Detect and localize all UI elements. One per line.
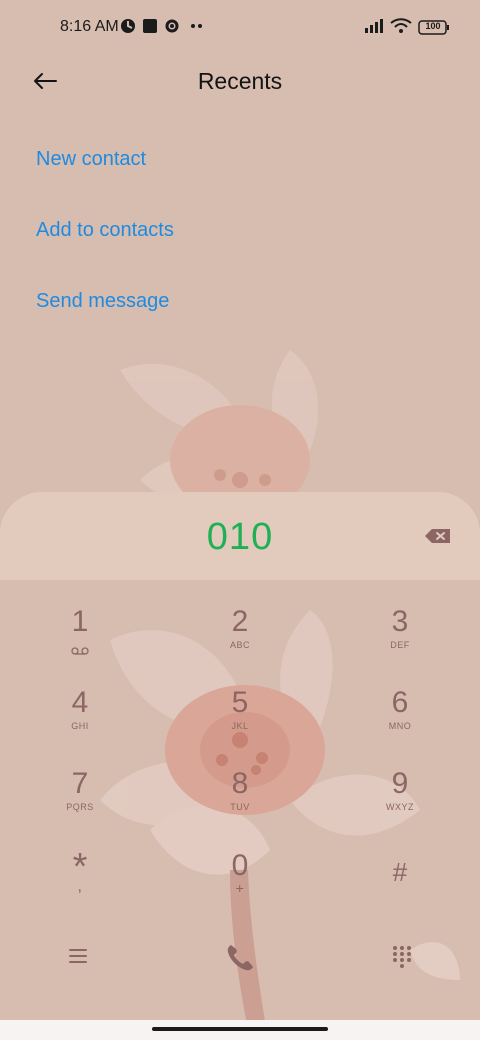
key-star[interactable]: * , (20, 848, 140, 920)
key-letters: , (77, 878, 83, 895)
key-5[interactable]: 5 JKL (180, 687, 300, 757)
key-letters: + (235, 880, 245, 896)
battery-icon: 100 (418, 20, 450, 41)
flower-wallpaper (100, 350, 460, 1040)
phone-icon[interactable] (222, 940, 258, 981)
key-letters: ABC (229, 640, 250, 650)
key-digit: 4 (71, 686, 89, 719)
wifi-icon (390, 18, 412, 39)
key-letters: GHI (71, 721, 89, 731)
key-9[interactable]: 9 WXYZ (340, 768, 460, 838)
battery-level: 100 (425, 21, 441, 31)
key-letters: JKL (231, 721, 249, 731)
key-digit: 9 (391, 767, 409, 800)
navigation-bar (0, 1020, 480, 1040)
key-digit: 0 (231, 849, 249, 882)
key-1[interactable]: 1 (20, 606, 140, 676)
number-entry-panel: 010 (0, 492, 480, 580)
key-digit: # (392, 857, 408, 887)
key-hash[interactable]: # (340, 856, 460, 926)
voicemail-icon (20, 642, 140, 660)
key-letters: TUV (230, 802, 250, 812)
key-3[interactable]: 3 DEF (340, 606, 460, 676)
key-letters: PQRS (66, 802, 94, 812)
key-digit: 8 (231, 767, 249, 800)
top-app-bar: Recents (0, 56, 480, 108)
home-indicator[interactable] (152, 1027, 328, 1031)
key-digit: 7 (71, 767, 89, 800)
key-letters: DEF (390, 640, 410, 650)
app-icon (120, 18, 136, 39)
status-time: 8:16 AM (60, 18, 119, 35)
key-4[interactable]: 4 GHI (20, 687, 140, 757)
status-bar: 8:16 AM 100 (0, 0, 480, 56)
key-digit: 1 (71, 605, 89, 638)
key-7[interactable]: 7 PQRS (20, 768, 140, 838)
key-6[interactable]: 6 MNO (340, 687, 460, 757)
key-digit: 3 (391, 605, 409, 638)
key-0[interactable]: 0 + (180, 850, 300, 920)
phone-screen: 8:16 AM 100 Recents New contact Add to c… (0, 0, 480, 1040)
key-letters: WXYZ (386, 802, 414, 812)
new-contact-link[interactable]: New contact (36, 148, 146, 171)
send-message-link[interactable]: Send message (36, 290, 169, 313)
dialed-number[interactable]: 010 (0, 516, 480, 559)
gear-icon (164, 18, 180, 39)
menu-icon[interactable] (66, 944, 90, 973)
signal-icon (364, 18, 386, 39)
key-8[interactable]: 8 TUV (180, 768, 300, 838)
square-icon (142, 18, 158, 39)
key-digit: 5 (231, 686, 249, 719)
key-digit: 2 (231, 605, 249, 638)
keypad-icon[interactable] (390, 944, 414, 973)
page-title: Recents (197, 68, 283, 94)
backspace-icon[interactable] (422, 524, 456, 548)
add-to-contacts-link[interactable]: Add to contacts (36, 219, 174, 242)
more-dots-icon (190, 18, 204, 39)
key-digit: 6 (391, 686, 409, 719)
key-2[interactable]: 2 ABC (180, 606, 300, 676)
key-letters: MNO (388, 721, 412, 731)
